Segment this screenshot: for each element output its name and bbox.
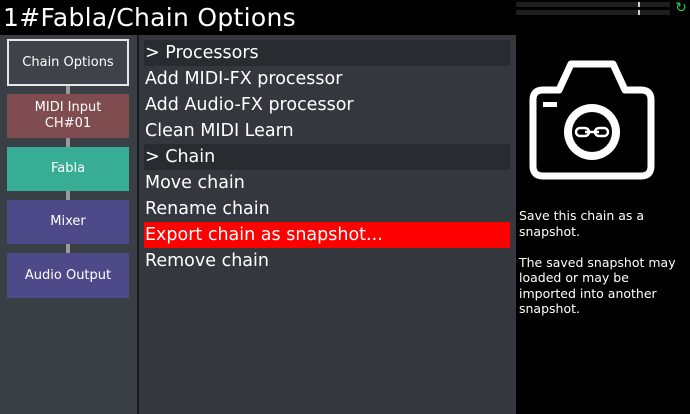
meter-peak-marker-left: [638, 2, 640, 7]
chain-node-chain-options[interactable]: Chain Options: [7, 39, 129, 86]
chain-node-fabla[interactable]: Fabla: [7, 147, 129, 191]
chain-node-label: MIDI Input: [34, 100, 102, 115]
chain-node-channel: CH#01: [44, 116, 92, 131]
menu-item-export-snapshot[interactable]: Export chain as snapshot...: [144, 222, 510, 248]
chain-connector: [66, 138, 70, 147]
chain-node-mixer[interactable]: Mixer: [7, 200, 129, 244]
menu-item-clean-midi-learn[interactable]: Clean MIDI Learn: [144, 118, 510, 144]
chain-node-label: Audio Output: [24, 267, 112, 283]
menu-item-rename-chain[interactable]: Rename chain: [144, 196, 510, 222]
info-paragraph: The saved snapshot may loaded or may be …: [519, 254, 676, 317]
info-paragraph: Save this chain as a snapshot.: [519, 208, 645, 239]
refresh-icon[interactable]: ↻: [674, 0, 688, 16]
chain-node-label: Fabla: [50, 161, 86, 176]
camera-icon: [529, 60, 655, 180]
page-title: 1#Fabla/Chain Options: [3, 3, 296, 32]
chain-connector: [66, 191, 70, 200]
info-description: Save this chain as a snapshot. The saved…: [519, 208, 684, 332]
chain-node-midi-input[interactable]: MIDI Input CH#01: [7, 94, 129, 138]
menu-item-add-midi-fx[interactable]: Add MIDI-FX processor: [144, 66, 510, 92]
menu-item-add-audio-fx[interactable]: Add Audio-FX processor: [144, 92, 510, 118]
chain-node-audio-output[interactable]: Audio Output: [7, 253, 129, 298]
options-menu: > Processors Add MIDI-FX processor Add A…: [139, 35, 516, 414]
audio-level-meter-right: [516, 10, 670, 15]
chain-node-label: Mixer: [50, 214, 86, 229]
meter-peak-marker-right: [638, 10, 640, 15]
chain-connector: [66, 86, 70, 94]
audio-level-meter-left: [516, 2, 670, 7]
menu-section-header-processors: > Processors: [144, 40, 510, 66]
chain-connector: [66, 244, 70, 253]
menu-item-move-chain[interactable]: Move chain: [144, 170, 510, 196]
menu-section-header-chain: > Chain: [144, 144, 510, 170]
chain-node-label: Chain Options: [22, 54, 114, 70]
menu-item-remove-chain[interactable]: Remove chain: [144, 248, 510, 274]
